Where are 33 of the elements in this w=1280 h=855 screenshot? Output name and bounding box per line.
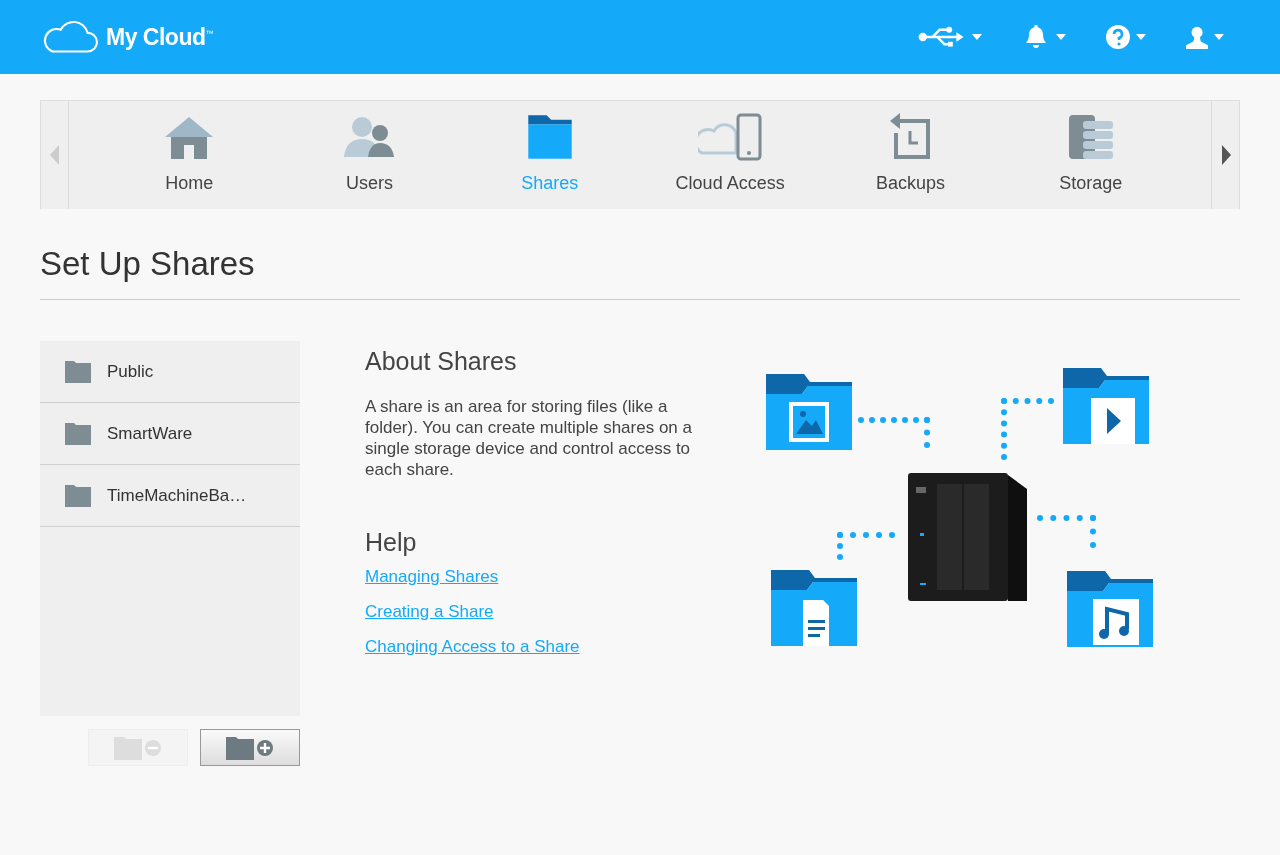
folder-icon bbox=[65, 360, 91, 383]
storage-stack-icon bbox=[1066, 113, 1115, 161]
section-heading: Help bbox=[365, 528, 418, 557]
page-title: Set Up Shares bbox=[40, 245, 256, 284]
help-icon bbox=[1105, 25, 1130, 49]
nav-tab[interactable]: Cloud Access bbox=[640, 101, 821, 209]
share-list-item[interactable]: SmartWare bbox=[40, 403, 300, 465]
folder-icon bbox=[525, 113, 574, 161]
share-list-item[interactable]: Public bbox=[40, 341, 300, 403]
caret-icon bbox=[1135, 34, 1146, 40]
logo-text: My Cloud$^{™}$ bbox=[106, 23, 213, 51]
folder-icon bbox=[65, 484, 91, 507]
folder-icon bbox=[65, 422, 91, 445]
right-triangle-icon bbox=[1220, 145, 1231, 165]
user-icon bbox=[1185, 25, 1208, 49]
nav-tab[interactable]: Home bbox=[99, 101, 280, 209]
left-triangle-icon bbox=[49, 145, 60, 165]
backup-clock-icon bbox=[888, 113, 933, 161]
caret-icon bbox=[1055, 34, 1066, 40]
caret-icon bbox=[1214, 34, 1224, 40]
usb-icon bbox=[917, 25, 966, 49]
about-text: A share is an area for storing files (like a folder). You can create multiple shares on a single storage device and control access to each share. bbox=[365, 396, 693, 480]
section-heading: About Shares bbox=[365, 347, 518, 376]
cloud-phone-icon bbox=[698, 113, 763, 161]
add-share-button[interactable] bbox=[200, 729, 300, 766]
caret-icon bbox=[971, 34, 982, 40]
nav-tab[interactable]: Backups bbox=[820, 101, 1001, 209]
nav-tab[interactable]: Storage bbox=[1000, 101, 1181, 209]
header-menu-button[interactable] bbox=[1105, 22, 1146, 52]
folder-minus-icon bbox=[114, 735, 162, 760]
nav-tab[interactable]: Users bbox=[279, 101, 460, 209]
share-list-item[interactable]: TimeMachineBa… bbox=[40, 465, 300, 527]
folder-plus-icon bbox=[226, 735, 274, 760]
